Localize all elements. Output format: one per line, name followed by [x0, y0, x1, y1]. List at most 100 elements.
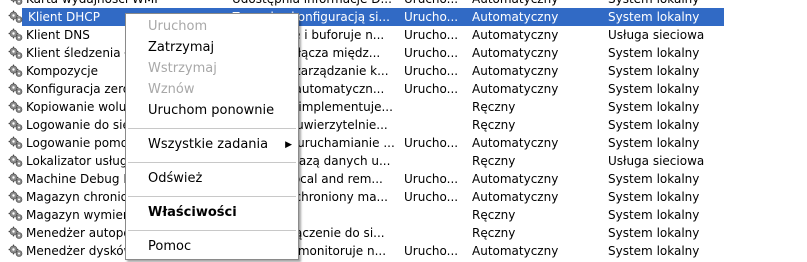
service-startup-type: Automatyczny	[470, 0, 606, 8]
service-status: Urucho...	[404, 64, 459, 78]
gear-icon	[8, 64, 24, 78]
menu-item-label: Wznów	[148, 82, 195, 97]
service-status: Urucho...	[404, 28, 459, 42]
service-status	[402, 224, 470, 242]
menu-item-zatrzymaj[interactable]: Zatrzymaj	[126, 38, 298, 58]
service-startup-type: Automatyczny	[472, 46, 559, 60]
service-row[interactable]: Kompozycje Zapewnia zarządzanie k... Uruch…	[0, 62, 807, 80]
gear-icon	[8, 82, 24, 96]
menu-item-uruchom-ponownie[interactable]: Uruchom ponownie	[126, 101, 298, 121]
service-startup-type: Automatyczny	[472, 172, 559, 186]
gear-icon	[8, 0, 24, 6]
service-row[interactable]: Magazyn chroniony Zapewnia chroniony ma..…	[0, 188, 807, 206]
service-logon-as: System lokalny	[608, 82, 700, 96]
service-status: Urucho...	[404, 136, 459, 150]
menu-separator	[128, 162, 296, 163]
service-name: Logowanie do sieci	[26, 118, 140, 132]
gear-icon	[8, 208, 24, 222]
service-startup-type: Automatyczny	[472, 136, 559, 150]
service-logon-as: System lokalny	[608, 226, 700, 240]
service-logon-as: Usługa sieciowa	[608, 28, 705, 42]
service-startup-type: Ręczny	[472, 154, 516, 168]
service-startup-type: Automatyczny	[472, 190, 559, 204]
service-startup-type: Automatyczny	[472, 82, 559, 96]
service-startup-type: Automatyczny	[472, 244, 559, 258]
menu-item-label: Pomoc	[148, 239, 192, 254]
menu-item-wszystkie-zadania[interactable]: Wszystkie zadania ▶	[126, 135, 298, 155]
menu-item-właściwości[interactable]: Właściwości	[126, 203, 298, 223]
service-name-cell: Karta wydajności WMI	[0, 0, 230, 8]
service-startup-type: Automatyczny	[470, 8, 606, 26]
service-logon-as: System lokalny	[606, 8, 724, 26]
gear-icon	[8, 28, 24, 42]
service-logon-as: System lokalny	[608, 118, 700, 132]
service-logon-as: System lokalny	[608, 64, 700, 78]
menu-separator	[128, 128, 296, 129]
menu-item-label: Uruchom	[148, 19, 208, 34]
service-status	[402, 98, 470, 116]
service-logon-as: System lokalny	[608, 244, 700, 258]
service-logon-as: System lokalny	[608, 100, 700, 114]
service-startup-type: Ręczny	[472, 118, 516, 132]
service-row[interactable]: Logowanie do sieci Obsługuje uwierzytelni…	[0, 116, 807, 134]
service-name: Klient DHCP	[26, 8, 102, 26]
gear-icon	[8, 244, 24, 258]
service-logon-as: System lokalny	[608, 190, 700, 204]
service-status: Urucho...	[404, 172, 459, 186]
service-row[interactable]: Menedżer autopołączeń Tworzy połączenie d…	[0, 224, 807, 242]
menu-item-uruchom: Uruchom	[126, 17, 298, 37]
service-row[interactable]: Karta wydajności WMI Udostępnia informacj…	[0, 0, 807, 8]
menu-item-label: Zatrzymaj	[148, 40, 215, 55]
menu-item-label: Wszystkie zadania	[148, 137, 269, 152]
service-status: Urucho...	[404, 46, 459, 60]
service-logon-as: System lokalny	[608, 172, 700, 186]
service-status	[402, 116, 470, 134]
gear-icon	[8, 46, 24, 60]
service-logon-as: System lokalny	[606, 0, 724, 8]
context-menu: Uruchom Zatrzymaj Wstrzymaj Wznów Uruchom po…	[125, 13, 299, 260]
service-startup-type: Ręczny	[472, 208, 516, 222]
service-description: Udostępnia informacje D...	[230, 0, 402, 8]
service-logon-as: System lokalny	[608, 136, 700, 150]
gear-icon	[8, 226, 24, 240]
gear-icon	[8, 118, 24, 132]
service-row[interactable]: Logowanie pomocnicze Umożliwia uruchamian…	[0, 134, 807, 152]
service-logon-as: System lokalny	[608, 208, 700, 222]
service-row[interactable]: Konfiguracja zerowej sieci Zapewnia autom…	[0, 80, 807, 98]
service-startup-type: Automatyczny	[472, 64, 559, 78]
service-logon-as: Usługa sieciowa	[608, 154, 705, 168]
submenu-arrow-icon: ▶	[285, 140, 292, 150]
service-row[interactable]: Magazyn wymienny Ręczny System lokalny	[0, 206, 807, 224]
service-startup-type: Ręczny	[472, 100, 516, 114]
service-status	[402, 206, 470, 224]
service-row[interactable]: Kopiowanie woluminów Zarządza i implement…	[0, 98, 807, 116]
menu-separator	[128, 230, 296, 231]
service-status	[402, 152, 470, 170]
service-logon-as: System lokalny	[608, 46, 700, 60]
menu-item-label: Wstrzymaj	[148, 61, 217, 76]
service-row[interactable]: Klient śledzenia łączy Utrzymuje łącza mi…	[0, 44, 807, 62]
service-startup-type: Automatyczny	[472, 28, 559, 42]
service-row[interactable]: Klient DNS Rozpoznaje i buforuje n... Uruc…	[0, 26, 807, 44]
service-name: Karta wydajności WMI	[26, 0, 158, 8]
service-name: Klient DNS	[26, 28, 90, 42]
service-status: Urucho...	[402, 0, 470, 8]
menu-separator	[128, 196, 296, 197]
service-status: Urucho...	[404, 244, 459, 258]
service-startup-type: Ręczny	[472, 226, 516, 240]
service-row[interactable]: Menedżer dysków logicznych Wykrywa i moni…	[0, 242, 807, 260]
menu-item-label: Odśwież	[148, 171, 203, 186]
menu-item-wznów: Wznów	[126, 80, 298, 100]
service-row[interactable]: Machine Debug Manager Supports local and …	[0, 170, 807, 188]
gear-icon	[8, 100, 24, 114]
menu-item-pomoc[interactable]: Pomoc	[126, 237, 298, 257]
service-row[interactable]: Klient DHCP Zarządza konfiguracją si... Ur…	[0, 8, 807, 26]
gear-icon	[8, 136, 24, 150]
gear-icon	[8, 10, 24, 24]
service-row[interactable]: Lokalizator usługi RPC Zarządza bazą dany…	[0, 152, 807, 170]
service-name: Kompozycje	[26, 64, 98, 78]
menu-item-label: Właściwości	[148, 205, 237, 220]
service-status: Urucho...	[404, 82, 459, 96]
service-status: Urucho...	[404, 190, 459, 204]
menu-item-odśwież[interactable]: Odśwież	[126, 169, 298, 189]
